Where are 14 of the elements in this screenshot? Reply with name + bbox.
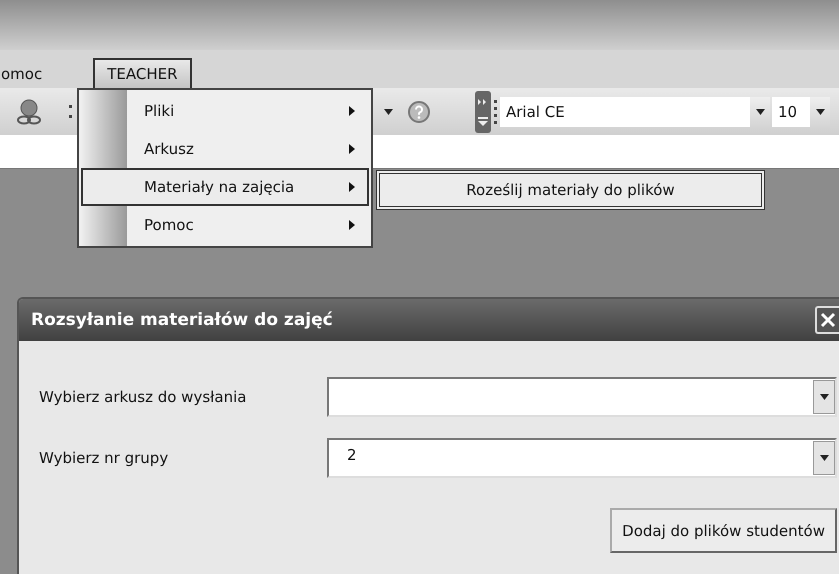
font-size-dropdown[interactable]: 10 [772,96,830,126]
dialog-title: Rozsyłanie materiałów do zajęć [31,310,333,330]
menu-item[interactable]: Pomoc [81,206,369,244]
add-button[interactable]: Dodaj do plików studentów [610,508,837,553]
field-label: Wybierz nr grupy [39,449,170,467]
menu-item[interactable]: Arkusz [81,130,369,168]
font-name-dropdown[interactable]: Arial CE [500,96,770,126]
menu-item[interactable]: TEACHER [93,58,192,88]
menu-item[interactable]: omoc [0,58,56,88]
menu-item[interactable]: Materiały na zajęcia [81,168,369,206]
dropdown-field[interactable]: 2 [327,438,837,478]
field-label: Wybierz arkusz do wysłania [39,388,248,406]
menu-item[interactable]: Roześlij materiały do plików [380,174,761,206]
menu-item[interactable]: Pliki [81,92,369,130]
